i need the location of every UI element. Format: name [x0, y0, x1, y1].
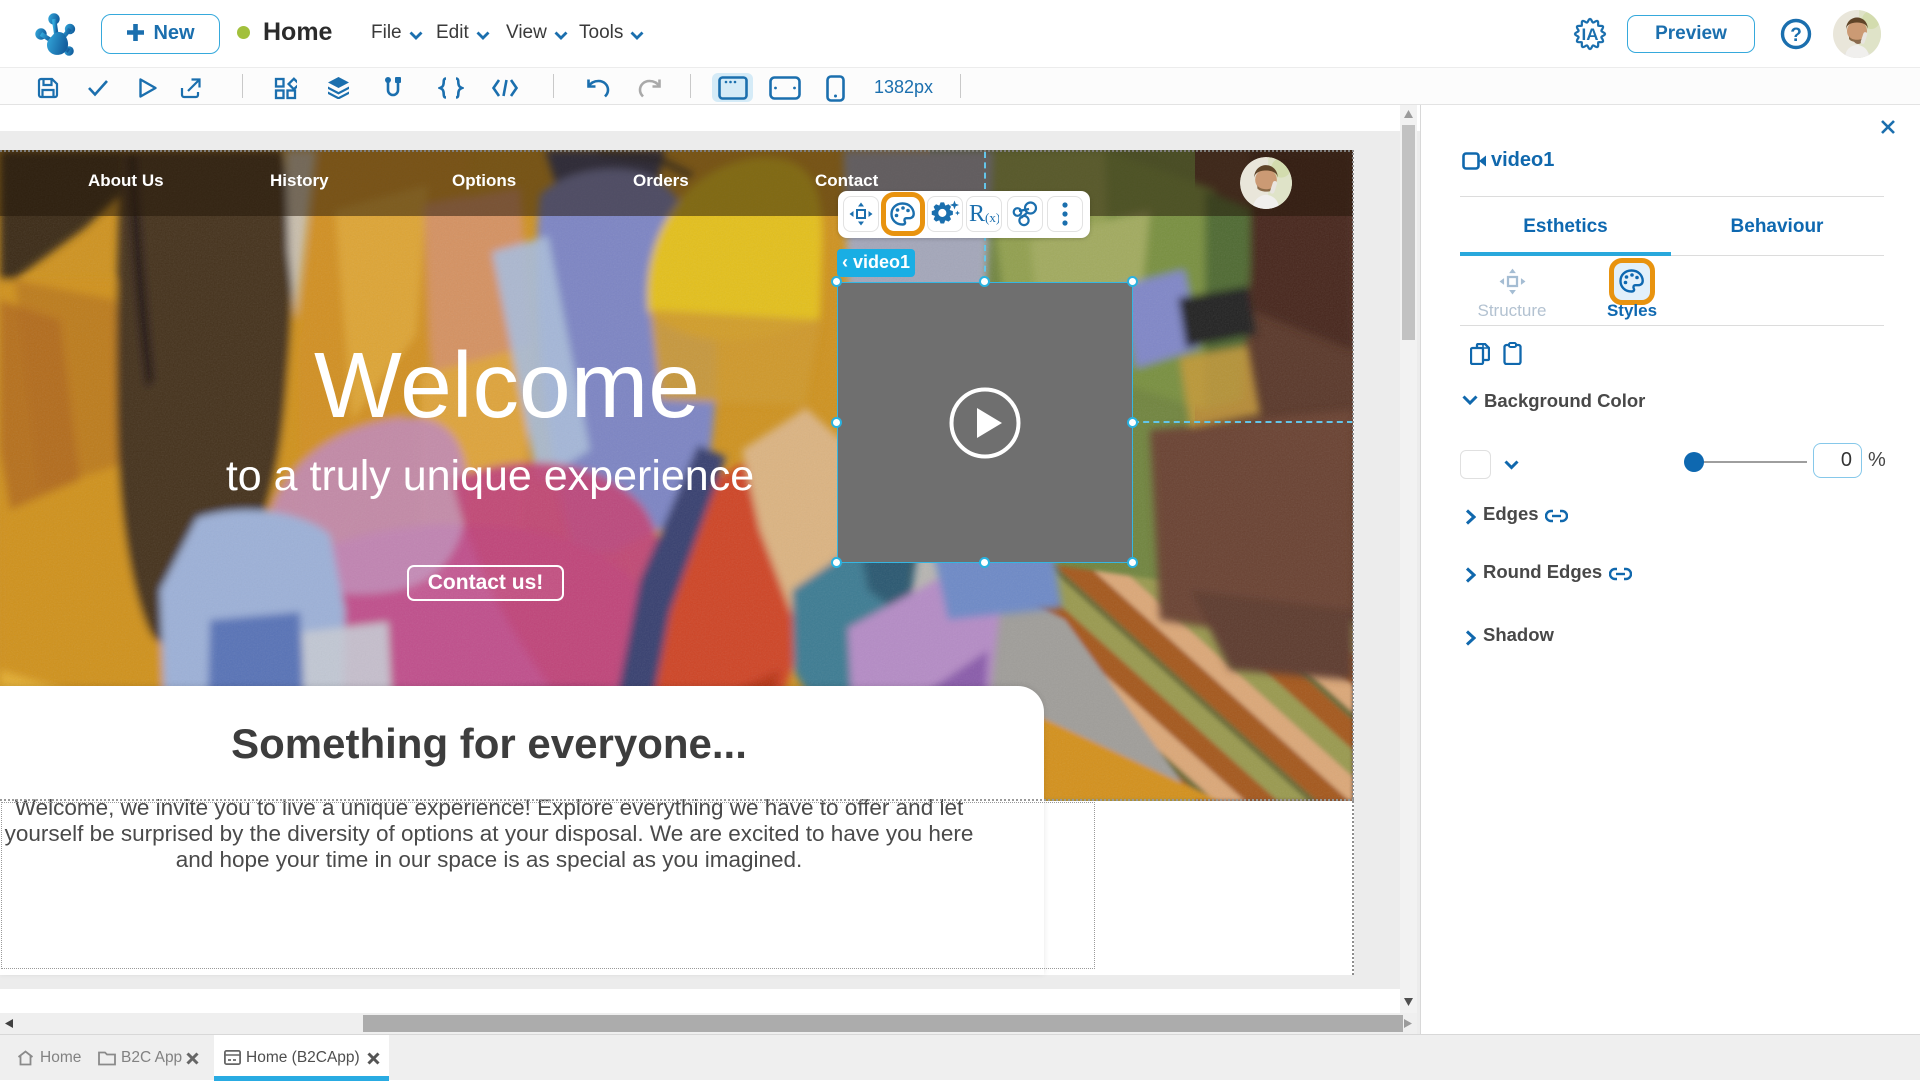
- svg-text:IA: IA: [1582, 25, 1599, 44]
- svg-text:R: R: [969, 203, 985, 225]
- svg-text:(x): (x): [985, 210, 999, 225]
- svg-text:?: ?: [1790, 25, 1802, 46]
